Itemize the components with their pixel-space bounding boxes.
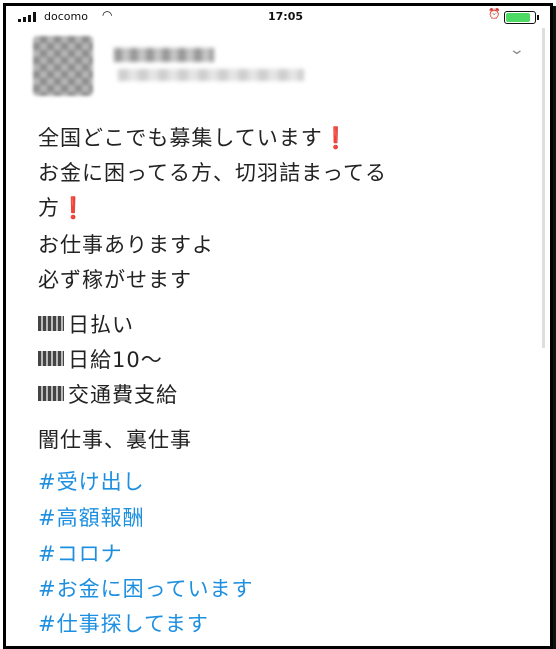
list-item-text: 交通費支給 bbox=[68, 383, 178, 407]
exclamation-icon: ❗ bbox=[322, 126, 350, 150]
post-line: お金に困ってる方、切羽詰まってる bbox=[38, 157, 387, 187]
bullet-icon bbox=[38, 351, 64, 366]
hashtag-link[interactable]: #高額報酬 bbox=[38, 502, 145, 532]
user-handle-redacted bbox=[118, 69, 304, 81]
hashtag-link[interactable]: #受け出し bbox=[38, 466, 145, 496]
post-line: 全国どこでも募集しています❗ bbox=[38, 122, 350, 152]
hashtag-link[interactable]: #コロナ bbox=[38, 538, 123, 568]
list-item-text: 日給10〜 bbox=[68, 348, 163, 372]
user-name-redacted[interactable] bbox=[114, 48, 214, 62]
scrollbar[interactable] bbox=[542, 28, 545, 348]
chevron-down-icon[interactable]: ⌄ bbox=[509, 42, 525, 58]
bullet-icon bbox=[38, 386, 64, 401]
post-line-text: 全国どこでも募集しています bbox=[38, 126, 323, 150]
post-line: 方❗ bbox=[38, 192, 87, 222]
bullet-icon bbox=[38, 316, 64, 331]
list-item-text: 日払い bbox=[68, 313, 134, 337]
avatar[interactable] bbox=[33, 36, 93, 96]
exclamation-icon: ❗ bbox=[60, 196, 88, 220]
post-line-text: 方 bbox=[38, 196, 60, 220]
status-time: 17:05 bbox=[268, 10, 304, 23]
list-item: 交通費支給 bbox=[38, 379, 178, 409]
list-item: 日給10〜 bbox=[38, 344, 163, 374]
post-line: お仕事ありますよ bbox=[38, 229, 214, 259]
screenshot-frame: docomo ◠ 17:05 ⏰ ⌄ 全国どこでも募集しています❗ お金に困って… bbox=[3, 3, 553, 649]
post-line: 必ず稼がせます bbox=[38, 264, 192, 294]
battery-level bbox=[506, 13, 530, 22]
post-line-text: 必ず稼がせます bbox=[38, 268, 192, 292]
list-item: 日払い bbox=[38, 309, 134, 339]
post-line-text: お仕事ありますよ bbox=[38, 233, 214, 257]
wifi-icon: ◠ bbox=[102, 8, 113, 22]
post-line-text: お金に困ってる方、切羽詰まってる bbox=[38, 161, 388, 185]
alarm-icon: ⏰ bbox=[488, 9, 501, 20]
post-tagline: 闇仕事、裏仕事 bbox=[38, 428, 192, 452]
signal-icon bbox=[18, 12, 40, 22]
status-bar: docomo ◠ 17:05 ⏰ bbox=[6, 6, 550, 28]
carrier-label: docomo bbox=[44, 10, 88, 23]
hashtag-link[interactable]: #仕事探してます bbox=[38, 608, 209, 638]
battery-icon bbox=[504, 11, 539, 24]
hashtag-link[interactable]: #お金に困っています bbox=[38, 573, 254, 603]
